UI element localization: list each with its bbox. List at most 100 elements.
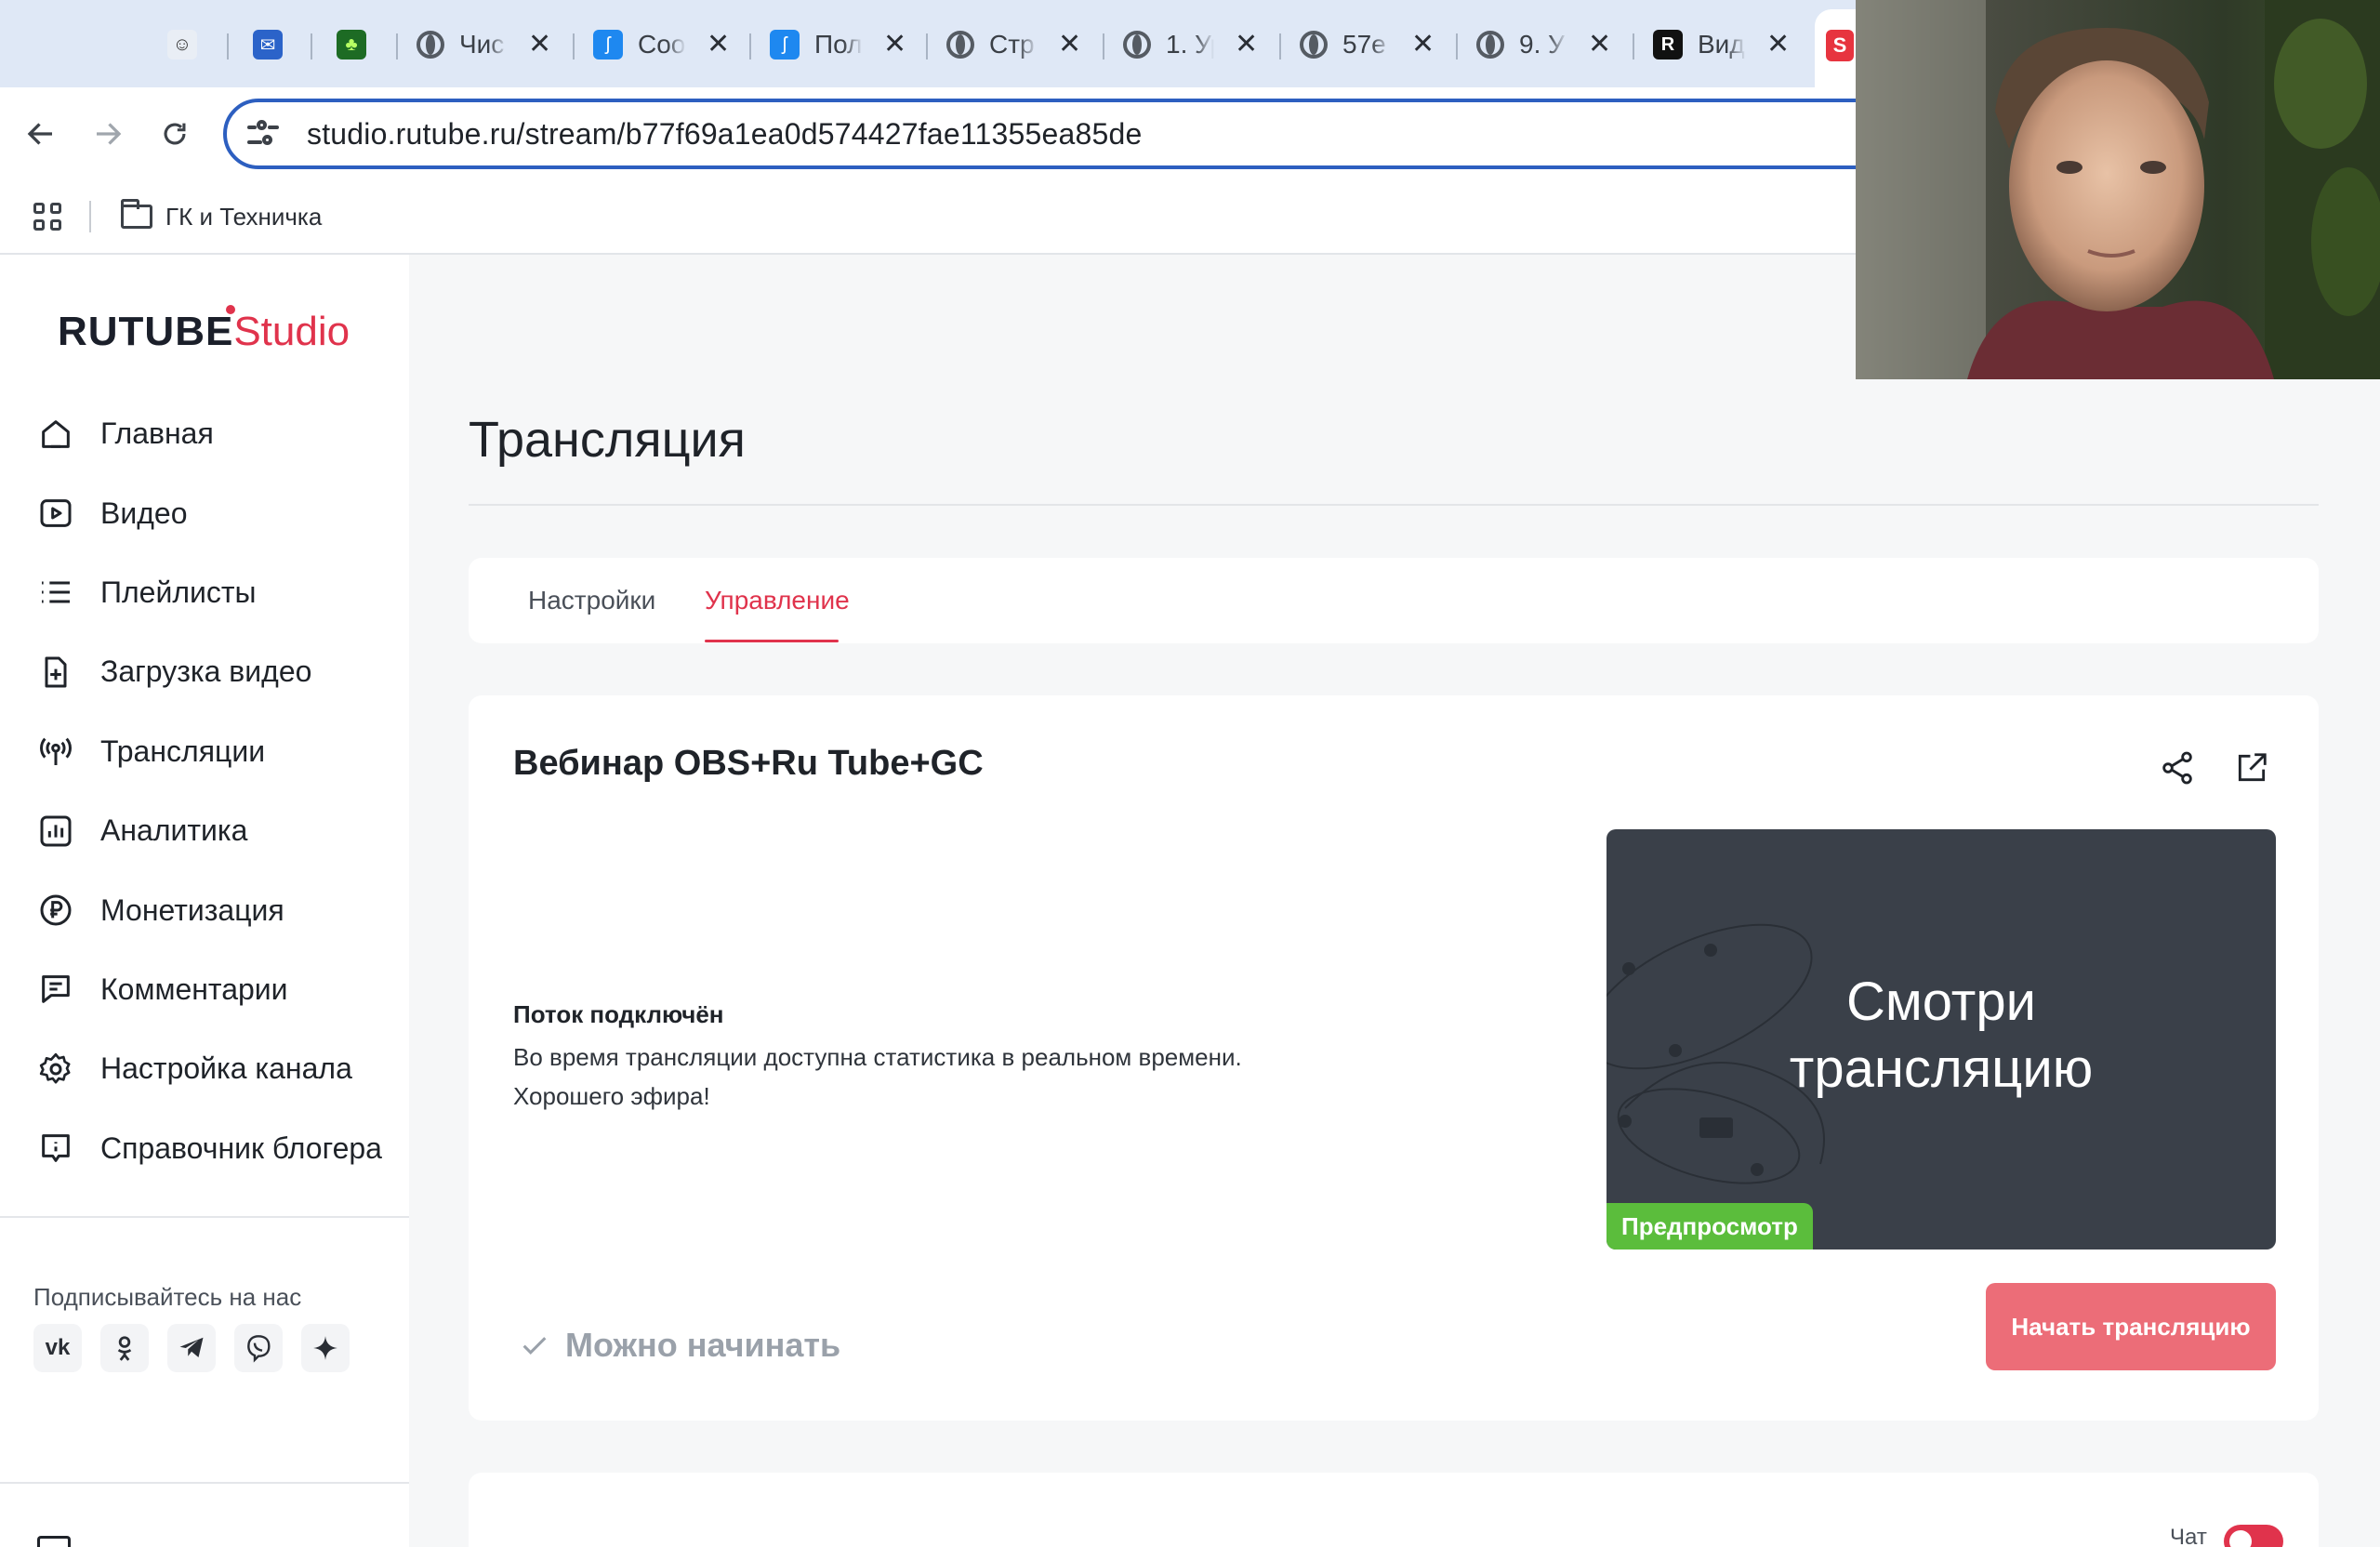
close-icon[interactable]: ✕	[528, 31, 551, 59]
tab-settings[interactable]: Настройки	[528, 586, 655, 615]
close-icon[interactable]: ✕	[1588, 31, 1611, 59]
page-title: Трансляция	[469, 412, 746, 468]
preview-caption: Смотри трансляцию	[1606, 969, 2276, 1103]
site-settings-icon[interactable]	[247, 118, 279, 150]
sidebar-item-channel-settings[interactable]: Настройка канала	[0, 1029, 409, 1108]
preview-caption-line: трансляцию	[1789, 1038, 2094, 1099]
video-icon	[40, 499, 72, 527]
sidebar-item-label: Плейлисты	[100, 575, 257, 609]
status-text: Хорошего эфира!	[513, 1082, 710, 1110]
external-link-icon	[2238, 753, 2267, 782]
playlist-icon	[42, 581, 70, 603]
info-icon	[42, 1134, 70, 1163]
sidebar-item-analytics[interactable]: Аналитика	[0, 791, 409, 870]
status-title: Поток подключён	[513, 1000, 724, 1028]
folder-icon	[120, 199, 152, 229]
rutube-studio-logo[interactable]: RUTUBE Studio	[58, 305, 350, 355]
share-button[interactable]	[2155, 746, 2200, 790]
tabs-bar: Настройки Управление	[469, 558, 2319, 643]
reload-icon	[164, 123, 186, 145]
ruble-icon	[40, 894, 72, 926]
sidebar-item-monetization[interactable]: Монетизация	[0, 870, 409, 949]
tab-title: Вид	[1698, 30, 1745, 59]
sidebar-item-label: Справочник блогера	[100, 1130, 382, 1165]
tab-title: Чис	[459, 30, 505, 59]
webcam-overlay	[1856, 0, 2380, 379]
tab-title: 57е	[1342, 30, 1386, 59]
close-icon[interactable]: ✕	[1235, 31, 1258, 59]
sidebar-item-playlists[interactable]: Плейлисты	[0, 553, 409, 632]
chat-label: Чат	[2170, 1525, 2207, 1547]
sidebar-item-label: Главная	[100, 416, 214, 451]
browser-tab[interactable]: ✉	[227, 22, 283, 67]
mail-icon: ✉	[253, 30, 283, 60]
preview-badge: Предпросмотр	[1606, 1203, 1813, 1250]
close-icon[interactable]: ✕	[1411, 31, 1435, 59]
close-icon[interactable]: ✕	[883, 31, 906, 59]
tab-title: 1. Ур	[1166, 30, 1214, 59]
browser-tab[interactable]: ʃ Соо ✕	[573, 22, 730, 67]
back-button[interactable]	[19, 112, 63, 156]
browser-tab[interactable]: Стр ✕	[926, 22, 1081, 67]
preview-caption-line: Смотри	[1846, 972, 2036, 1032]
browser-tab[interactable]: 57е ✕	[1279, 22, 1435, 67]
vk-icon[interactable]: vk	[33, 1324, 82, 1372]
chat-toggle[interactable]	[2224, 1525, 2283, 1547]
stream-preview[interactable]: Смотри трансляцию Предпросмотр	[1606, 829, 2276, 1250]
tab-management[interactable]: Управление	[705, 586, 850, 615]
browser-tab[interactable]: 9. У ✕	[1456, 22, 1611, 67]
close-icon[interactable]: ✕	[1058, 31, 1081, 59]
gear-icon	[39, 1052, 71, 1084]
sidebar-item-label: Комментарии	[100, 972, 288, 1006]
browser-tab[interactable]: ☺	[167, 22, 197, 67]
sidebar-item-comments[interactable]: Комментарии	[0, 950, 409, 1029]
telegram-icon[interactable]	[167, 1324, 216, 1372]
rutube-icon: R	[1653, 30, 1683, 60]
tab-title: 9. У	[1519, 30, 1565, 59]
sidebar-item-label: Загрузка видео	[100, 654, 312, 689]
browser-tab[interactable]: Чис ✕	[396, 22, 551, 67]
arrow-left-icon	[27, 123, 52, 145]
sidebar-item-video[interactable]: Видео	[0, 473, 409, 552]
address-bar[interactable]: studio.rutube.ru/stream/b77f69a1ea0d5744…	[223, 99, 1897, 169]
ready-label: Можно начинать	[565, 1326, 841, 1364]
logo-main-text: RUTUBE	[58, 309, 234, 354]
avatar-icon: ☺	[167, 30, 197, 60]
menu-icon[interactable]	[37, 1536, 71, 1547]
home-icon	[42, 419, 70, 448]
url-text[interactable]: studio.rutube.ru/stream/b77f69a1ea0d5744…	[307, 117, 1142, 152]
follow-us-title: Подписывайтесь на нас	[33, 1283, 302, 1311]
tab-title: Соо	[638, 30, 686, 59]
sidebar-item-label: Аналитика	[100, 813, 248, 848]
status-text: Во время трансляции доступна статистика …	[513, 1043, 1242, 1071]
reload-button[interactable]	[152, 112, 197, 156]
sidebar-item-upload[interactable]: Загрузка видео	[0, 632, 409, 711]
browser-tab[interactable]: 1. Ур ✕	[1103, 22, 1258, 67]
sidebar: RUTUBE Studio Главная Видео Плейлисты Заг…	[0, 255, 409, 1547]
stream-card: Вебинар OBS+Ru Tube+GC Поток подключён В…	[469, 695, 2319, 1421]
browser-tab[interactable]: R Вид ✕	[1633, 22, 1790, 67]
upload-icon	[45, 656, 67, 688]
active-tab-indicator	[705, 640, 839, 642]
viber-icon[interactable]	[234, 1324, 283, 1372]
bolt-icon: ʃ	[770, 30, 800, 60]
divider	[0, 1482, 409, 1484]
check-icon	[522, 1337, 547, 1355]
sidebar-item-blogger-guide[interactable]: Справочник блогера	[0, 1109, 409, 1188]
close-icon[interactable]: ✕	[1766, 31, 1790, 59]
dzen-icon[interactable]	[301, 1324, 350, 1372]
close-icon[interactable]: ✕	[707, 31, 730, 59]
logo-studio-text: Studio	[233, 309, 350, 354]
browser-tab[interactable]: ♣	[311, 22, 366, 67]
start-stream-button[interactable]: Начать трансляцию	[1986, 1283, 2276, 1370]
sidebar-item-broadcasts[interactable]: Трансляции	[0, 712, 409, 791]
tab-title: Стр	[989, 30, 1035, 59]
apps-grid-icon[interactable]	[33, 203, 61, 231]
sidebar-item-home[interactable]: Главная	[0, 394, 409, 473]
browser-tab[interactable]: ʃ Пол ✕	[749, 22, 906, 67]
ok-icon[interactable]	[100, 1324, 149, 1372]
globe-icon	[416, 31, 444, 59]
open-external-button[interactable]	[2229, 746, 2274, 790]
bookmark-folder[interactable]: ГК и Техничка	[165, 203, 322, 231]
forward-button[interactable]	[86, 112, 130, 156]
